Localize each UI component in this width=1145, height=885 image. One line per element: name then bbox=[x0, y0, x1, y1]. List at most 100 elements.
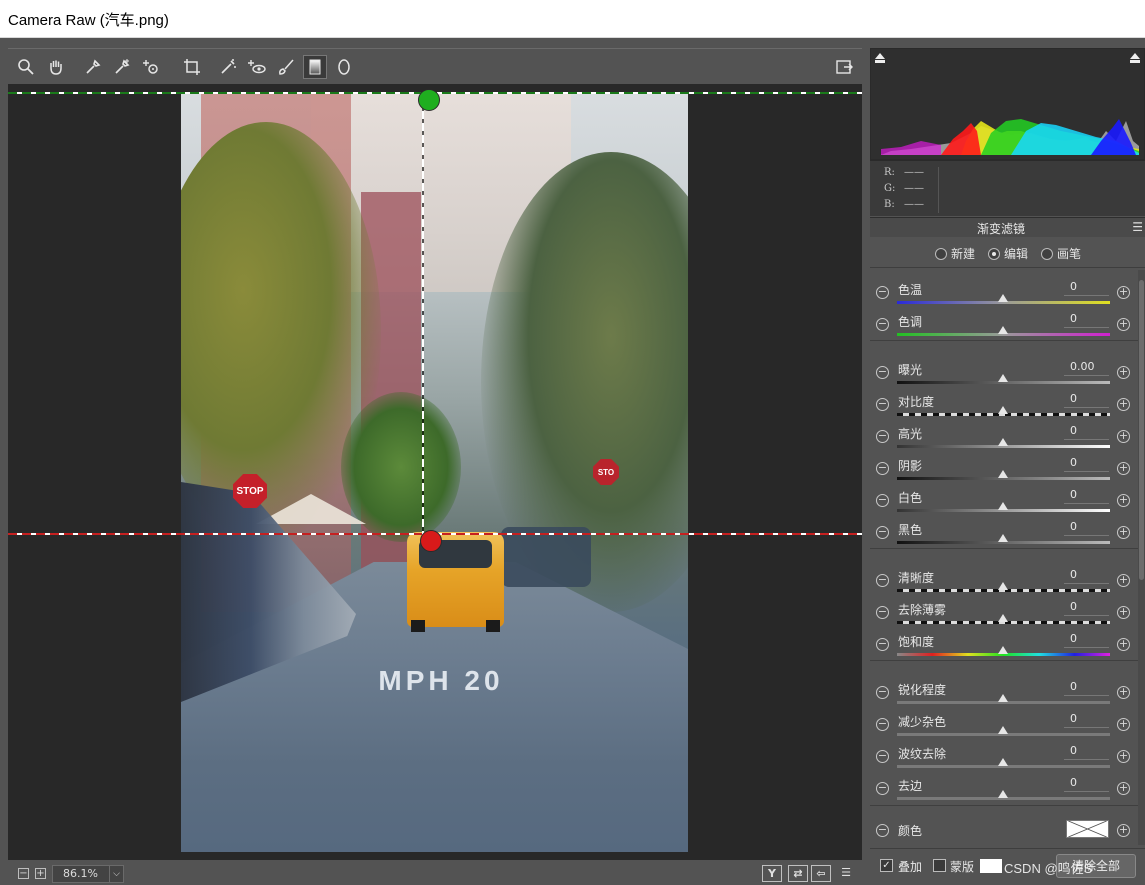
panel-scrollbar[interactable] bbox=[1138, 270, 1145, 845]
slider-thumb[interactable] bbox=[998, 470, 1008, 478]
slider-value-input[interactable]: 0 bbox=[1064, 680, 1109, 696]
slider-thumb[interactable] bbox=[998, 502, 1008, 510]
plus-icon[interactable]: + bbox=[1117, 462, 1130, 475]
image-preview[interactable]: STOP STO MPH 20 bbox=[8, 84, 862, 860]
minus-icon[interactable]: − bbox=[876, 718, 889, 731]
radial-filter-icon[interactable] bbox=[332, 55, 356, 79]
overlay-checkbox[interactable]: ✓ bbox=[880, 859, 893, 872]
graduated-filter-icon[interactable] bbox=[303, 55, 327, 79]
slider-value-input[interactable]: 0 bbox=[1064, 392, 1109, 408]
minus-icon[interactable]: − bbox=[876, 526, 889, 539]
zoom-out-button[interactable]: − bbox=[18, 868, 29, 879]
plus-icon[interactable]: + bbox=[1117, 574, 1130, 587]
color-sampler-icon[interactable] bbox=[110, 55, 134, 79]
minus-icon[interactable]: − bbox=[876, 366, 889, 379]
adjustment-brush-icon[interactable] bbox=[274, 55, 298, 79]
slider-value-input[interactable]: 0.00 bbox=[1064, 360, 1109, 376]
slider-thumb[interactable] bbox=[998, 326, 1008, 334]
slider-value-input[interactable]: 0 bbox=[1064, 568, 1109, 584]
swap-settings-icon[interactable]: ⇄ bbox=[788, 865, 808, 882]
plus-icon[interactable]: + bbox=[1117, 686, 1130, 699]
shadow-clipping-icon[interactable] bbox=[874, 52, 886, 64]
color-swatch[interactable] bbox=[1066, 820, 1109, 838]
minus-icon[interactable]: − bbox=[876, 398, 889, 411]
radio-icon[interactable] bbox=[1041, 247, 1053, 260]
slider-thumb[interactable] bbox=[998, 726, 1008, 734]
slider-thumb[interactable] bbox=[998, 294, 1008, 302]
open-preferences-icon[interactable] bbox=[832, 55, 856, 79]
slider-value-input[interactable]: 0 bbox=[1064, 632, 1109, 648]
slider-thumb[interactable] bbox=[998, 406, 1008, 414]
plus-icon[interactable]: + bbox=[1117, 782, 1130, 795]
slider-value-input[interactable]: 0 bbox=[1064, 488, 1109, 504]
plus-icon[interactable]: + bbox=[1117, 824, 1130, 837]
mask-color-swatch[interactable] bbox=[980, 859, 1002, 873]
minus-icon[interactable]: − bbox=[876, 824, 889, 837]
slider-thumb[interactable] bbox=[998, 614, 1008, 622]
preview-preferences-icon[interactable]: ☰ bbox=[836, 865, 856, 882]
gradient-start-pin[interactable] bbox=[418, 89, 440, 111]
slider-value-input[interactable]: 0 bbox=[1064, 312, 1109, 328]
gradient-axis-line[interactable] bbox=[422, 99, 424, 539]
chevron-down-icon[interactable]: ⌵ bbox=[109, 866, 123, 882]
plus-icon[interactable]: + bbox=[1117, 318, 1130, 331]
slider-value-input[interactable]: 0 bbox=[1064, 424, 1109, 440]
minus-icon[interactable]: − bbox=[876, 574, 889, 587]
minus-icon[interactable]: − bbox=[876, 782, 889, 795]
plus-icon[interactable]: + bbox=[1117, 286, 1130, 299]
red-eye-icon[interactable] bbox=[245, 55, 269, 79]
radio-selected-icon[interactable] bbox=[988, 247, 1000, 260]
spot-removal-icon[interactable] bbox=[216, 55, 240, 79]
slider-thumb[interactable] bbox=[998, 374, 1008, 382]
zoom-level-select[interactable]: 86.1% ⌵ bbox=[52, 865, 124, 883]
plus-icon[interactable]: + bbox=[1117, 494, 1130, 507]
slider-value-input[interactable]: 0 bbox=[1064, 776, 1109, 792]
white-balance-icon[interactable] bbox=[81, 55, 105, 79]
plus-icon[interactable]: + bbox=[1117, 366, 1130, 379]
slider-thumb[interactable] bbox=[998, 438, 1008, 446]
minus-icon[interactable]: − bbox=[876, 286, 889, 299]
minus-icon[interactable]: − bbox=[876, 318, 889, 331]
minus-icon[interactable]: − bbox=[876, 638, 889, 651]
gradient-end-pin[interactable] bbox=[420, 530, 442, 552]
plus-icon[interactable]: + bbox=[1117, 750, 1130, 763]
slider-thumb[interactable] bbox=[998, 790, 1008, 798]
hand-icon[interactable] bbox=[44, 55, 68, 79]
slider-thumb[interactable] bbox=[998, 646, 1008, 654]
slider-thumb[interactable] bbox=[998, 694, 1008, 702]
plus-icon[interactable]: + bbox=[1117, 430, 1130, 443]
zoom-icon[interactable] bbox=[14, 55, 38, 79]
mask-checkbox[interactable] bbox=[933, 859, 946, 872]
slider-value-input[interactable]: 0 bbox=[1064, 520, 1109, 536]
slider-thumb[interactable] bbox=[998, 534, 1008, 542]
minus-icon[interactable]: − bbox=[876, 750, 889, 763]
mode-edit-radio[interactable]: 编辑 bbox=[988, 245, 1028, 262]
scrollbar-thumb[interactable] bbox=[1139, 280, 1144, 580]
highlight-clipping-icon[interactable] bbox=[1129, 52, 1141, 64]
panel-menu-icon[interactable]: ☰ bbox=[1132, 220, 1143, 234]
plus-icon[interactable]: + bbox=[1117, 398, 1130, 411]
plus-icon[interactable]: + bbox=[1117, 638, 1130, 651]
copy-settings-icon[interactable]: ⇦ bbox=[811, 865, 831, 882]
slider-thumb[interactable] bbox=[998, 758, 1008, 766]
zoom-in-button[interactable]: + bbox=[35, 868, 46, 879]
slider-value-input[interactable]: 0 bbox=[1064, 744, 1109, 760]
plus-icon[interactable]: + bbox=[1117, 526, 1130, 539]
slider-value-input[interactable]: 0 bbox=[1064, 456, 1109, 472]
plus-icon[interactable]: + bbox=[1117, 606, 1130, 619]
minus-icon[interactable]: − bbox=[876, 430, 889, 443]
minus-icon[interactable]: − bbox=[876, 462, 889, 475]
slider-thumb[interactable] bbox=[998, 582, 1008, 590]
mode-brush-radio[interactable]: 画笔 bbox=[1041, 245, 1081, 262]
minus-icon[interactable]: − bbox=[876, 686, 889, 699]
crop-icon[interactable] bbox=[180, 55, 204, 79]
targeted-adjustment-icon[interactable] bbox=[140, 55, 164, 79]
slider-value-input[interactable]: 0 bbox=[1064, 280, 1109, 296]
before-after-toggle-icon[interactable]: Y bbox=[762, 865, 782, 882]
slider-value-input[interactable]: 0 bbox=[1064, 712, 1109, 728]
slider-value-input[interactable]: 0 bbox=[1064, 600, 1109, 616]
minus-icon[interactable]: − bbox=[876, 606, 889, 619]
plus-icon[interactable]: + bbox=[1117, 718, 1130, 731]
mode-new-radio[interactable]: 新建 bbox=[935, 245, 975, 262]
radio-icon[interactable] bbox=[935, 247, 947, 260]
